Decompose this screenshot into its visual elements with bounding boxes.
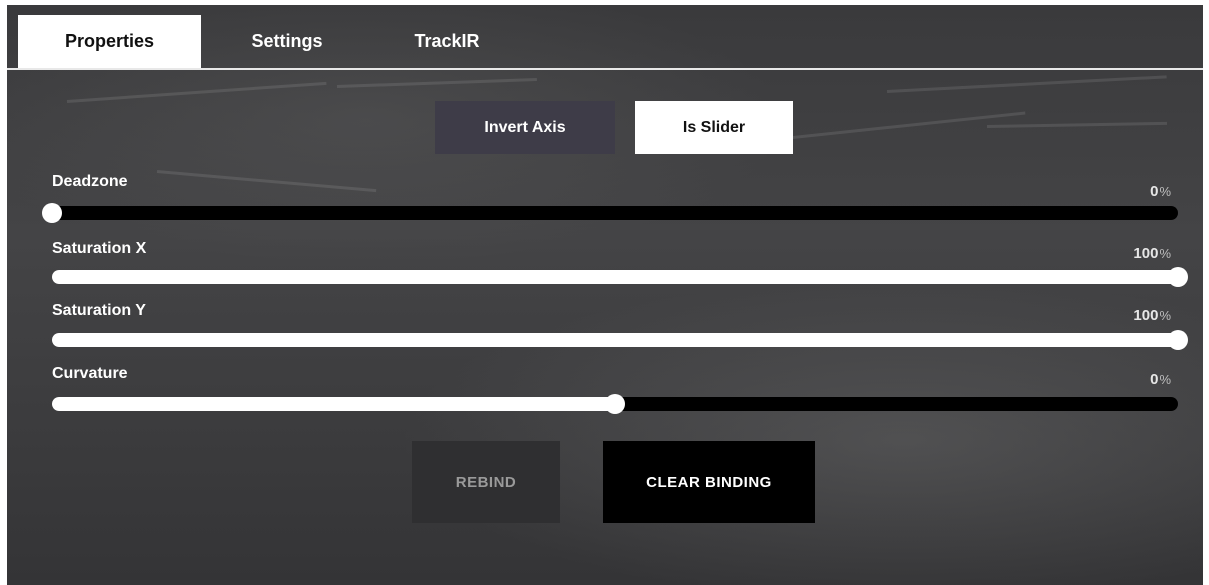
background-light-streak (156, 170, 377, 193)
saturation-x-slider[interactable] (52, 267, 1188, 287)
background-light-streak (986, 121, 1167, 128)
curvature-slider-fill (52, 397, 615, 411)
controller-properties-panel: Properties Settings TrackIR Invert Axis … (7, 5, 1203, 585)
deadzone-value-unit: % (1159, 184, 1171, 199)
deadzone-label: Deadzone (52, 173, 128, 190)
deadzone-slider-thumb[interactable] (42, 203, 62, 223)
background-light-streak (336, 78, 537, 88)
background-light-streak (886, 75, 1167, 93)
curvature-slider[interactable] (52, 394, 1178, 414)
curvature-label: Curvature (52, 365, 128, 382)
saturation-y-value-number: 100 (1133, 307, 1159, 324)
background-light-streak (66, 81, 327, 103)
saturation-x-slider-thumb[interactable] (1168, 267, 1188, 287)
invert-axis-toggle[interactable]: Invert Axis (435, 101, 615, 154)
saturation-x-label: Saturation X (52, 240, 147, 257)
deadzone-value: 0% (1150, 183, 1171, 200)
saturation-x-value: 100% (1133, 245, 1171, 262)
clear-binding-button[interactable]: CLEAR BINDING (603, 441, 815, 523)
tab-trackir[interactable]: TrackIR (402, 15, 492, 68)
saturation-x-value-unit: % (1159, 246, 1171, 261)
curvature-slider-thumb[interactable] (605, 394, 625, 414)
saturation-y-slider[interactable] (52, 330, 1188, 350)
saturation-x-slider-fill (52, 270, 1178, 284)
tab-properties[interactable]: Properties (18, 15, 201, 68)
rebind-button[interactable]: REBIND (412, 441, 560, 523)
curvature-value-unit: % (1159, 372, 1171, 387)
tab-bar: Properties Settings TrackIR (7, 5, 1203, 70)
saturation-x-value-number: 100 (1133, 245, 1159, 262)
curvature-value-number: 0 (1150, 371, 1159, 388)
saturation-y-slider-fill (52, 333, 1178, 347)
saturation-y-slider-thumb[interactable] (1168, 330, 1188, 350)
saturation-y-label: Saturation Y (52, 302, 146, 319)
curvature-value: 0% (1150, 371, 1171, 388)
deadzone-slider[interactable] (42, 203, 1178, 223)
tab-settings[interactable]: Settings (232, 15, 342, 68)
saturation-y-value-unit: % (1159, 308, 1171, 323)
is-slider-toggle[interactable]: Is Slider (635, 101, 793, 154)
deadzone-value-number: 0 (1150, 183, 1159, 200)
saturation-y-value: 100% (1133, 307, 1171, 324)
